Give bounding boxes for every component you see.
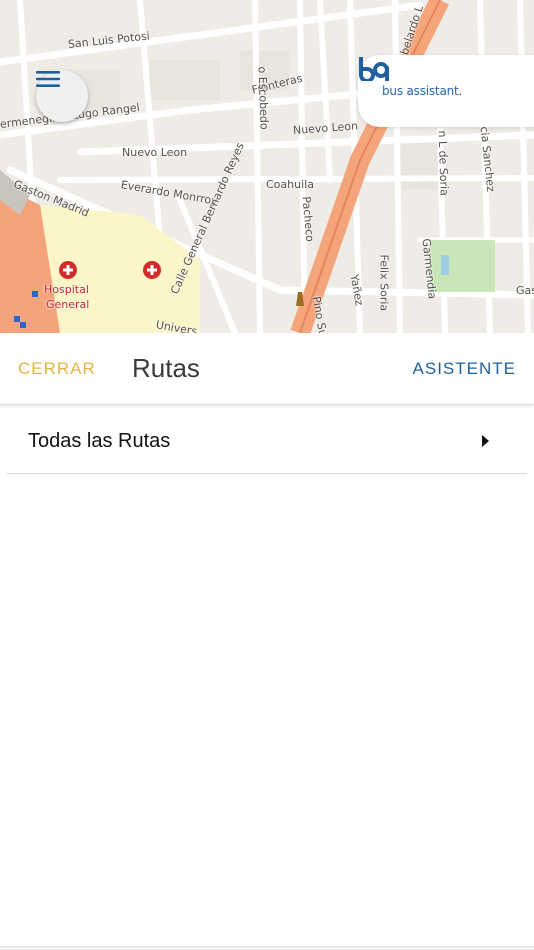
street-label: Gas [516, 284, 534, 297]
street-label: Felix Soria [377, 254, 391, 312]
bottom-divider [0, 946, 534, 950]
close-button[interactable]: CERRAR [18, 359, 96, 379]
page-title: Rutas [132, 353, 200, 383]
brand-name: bus assistant. [382, 84, 463, 98]
poi-label-hospital: General [46, 298, 90, 311]
routes-header: CERRAR Rutas ASISTENTE [0, 333, 534, 405]
list-item-label: Todas las Rutas [28, 430, 171, 452]
map-view[interactable]: San Luis Potosi ermenegildo Lugo Rangel … [0, 0, 534, 333]
menu-button[interactable] [36, 70, 88, 122]
assistant-button[interactable]: ASISTENTE [413, 359, 516, 379]
street-label: n L de Soria [435, 130, 451, 197]
street-label: Coahuila [266, 178, 314, 191]
bus-assistant-logo-icon [359, 57, 389, 81]
street-label: o Escobedo [255, 66, 271, 130]
routes-list: Todas las Rutas [0, 406, 534, 474]
list-item-all-routes[interactable]: Todas las Rutas [7, 406, 527, 474]
hamburger-menu-icon [36, 71, 60, 87]
street-label: Nuevo Leon [122, 146, 188, 159]
poi-label-hospital: Hospital [44, 283, 89, 296]
caret-right-icon [482, 435, 489, 447]
brand-badge: bus assistant. [358, 55, 534, 127]
